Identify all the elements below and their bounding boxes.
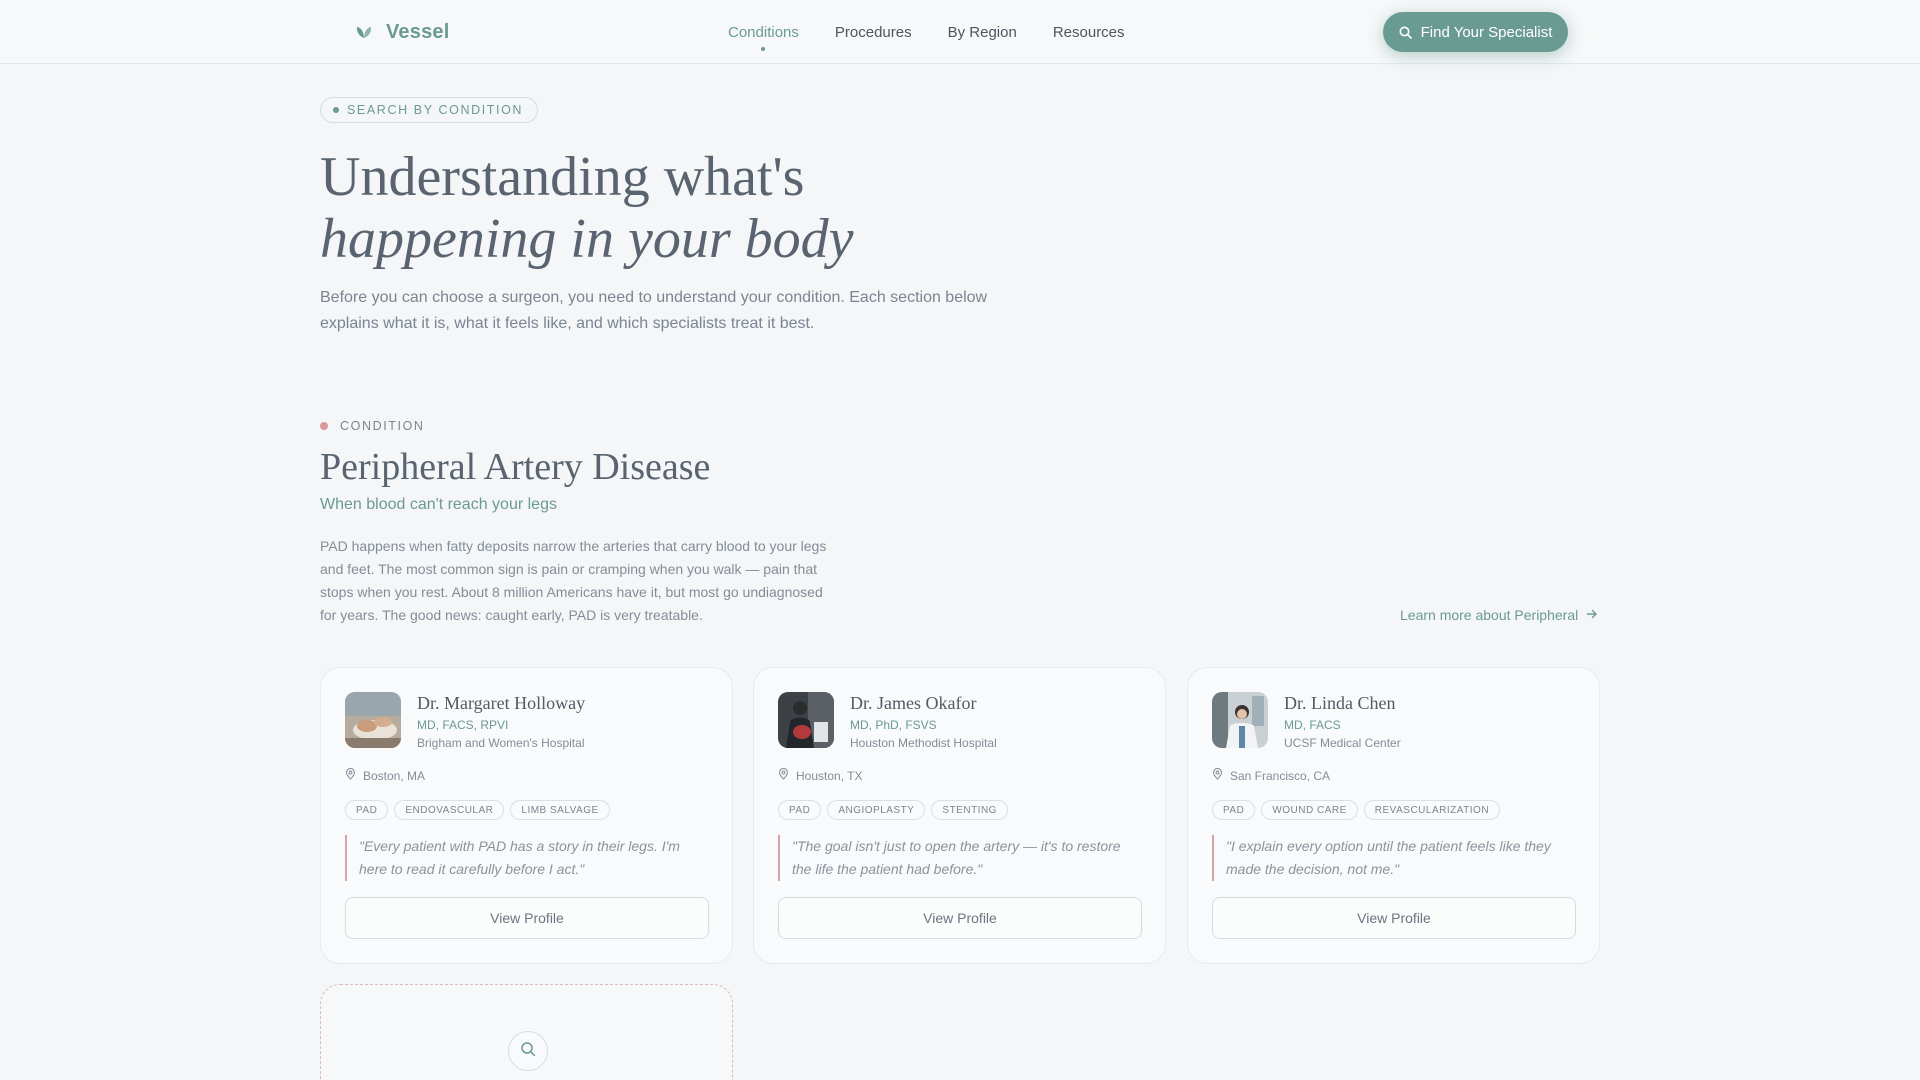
learn-more-link[interactable]: Learn more about Peripheral (1400, 607, 1598, 623)
doctor-name: Dr. Margaret Holloway (417, 693, 586, 713)
doctor-name: Dr. James Okafor (850, 693, 977, 713)
doctor-quote: "Every patient with PAD has a story in t… (345, 835, 705, 881)
search-icon (520, 1041, 536, 1062)
doctor-card: Dr. James Okafor MD, PhD, FSVS Houston M… (753, 667, 1166, 964)
location-text: Houston, TX (796, 768, 863, 783)
hero-title-line1: Understanding what's (320, 146, 805, 208)
view-profile-button[interactable]: View Profile (345, 897, 709, 939)
doctor-credentials: MD, PhD, FSVS (850, 718, 937, 732)
learn-more-label: Learn more about Peripheral (1400, 607, 1579, 623)
nav-link-by-region[interactable]: By Region (948, 24, 1017, 41)
nav-link-procedures[interactable]: Procedures (835, 24, 912, 41)
doctor-name: Dr. Linda Chen (1284, 693, 1396, 713)
main-nav: Conditions Procedures By Region Resource… (728, 0, 1125, 64)
doctor-hospital: Houston Methodist Hospital (850, 736, 997, 750)
hero-lead: Before you can choose a surgeon, you nee… (320, 289, 988, 332)
specialty-tag: PAD (1212, 800, 1256, 820)
specialty-tag: STENTING (931, 800, 1008, 820)
doctor-credentials: MD, FACS, RPVI (417, 718, 509, 732)
specialty-tag: PAD (345, 800, 389, 820)
top-nav: Vessel Conditions Procedures By Region R… (0, 0, 1920, 64)
doctor-card: Dr. Linda Chen MD, FACS UCSF Medical Cen… (1187, 667, 1600, 964)
hero-title-line2: happening in your body (320, 208, 854, 270)
doctor-location: Boston, MA (345, 767, 426, 783)
location-text: Boston, MA (363, 768, 426, 783)
find-more-search-button[interactable] (508, 1031, 548, 1071)
hero-title: Understanding what's happening in your b… (320, 146, 1220, 270)
brand-logo[interactable]: Vessel (356, 20, 450, 44)
find-specialist-label: Find Your Specialist (1420, 23, 1553, 41)
condition-dot (320, 422, 328, 430)
specialty-tag: ANGIOPLASTY (827, 800, 926, 820)
specialty-tag: PAD (778, 800, 822, 820)
specialty-tag: REVASCULARIZATION (1363, 800, 1501, 820)
brand-name: Vessel (386, 20, 450, 43)
doctor-hospital: Brigham and Women's Hospital (417, 736, 585, 750)
location-pin-icon (345, 767, 356, 783)
doctor-avatar (1212, 692, 1268, 748)
doctor-hospital: UCSF Medical Center (1284, 736, 1401, 750)
doctor-avatar (345, 692, 401, 748)
find-specialist-button[interactable]: Find Your Specialist (1383, 12, 1568, 52)
condition-subtitle: When blood can't reach your legs (320, 496, 557, 513)
condition-description: PAD happens when fatty deposits narrow t… (320, 538, 827, 623)
search-icon (1399, 26, 1412, 39)
doctor-card: Dr. Margaret Holloway MD, FACS, RPVI Bri… (320, 667, 733, 964)
condition-title: Peripheral Artery Disease (320, 446, 711, 488)
pill-dot (333, 107, 339, 113)
find-more-card[interactable] (320, 984, 733, 1080)
condition-label: CONDITION (320, 419, 425, 433)
doctor-quote: "I explain every option until the patien… (1212, 835, 1572, 881)
specialty-tag: ENDOVASCULAR (394, 800, 505, 820)
specialty-tags: PAD ENDOVASCULAR LIMB SALVAGE (345, 800, 610, 820)
condition-label-text: CONDITION (340, 419, 425, 433)
search-by-condition-pill: SEARCH BY CONDITION (320, 97, 539, 123)
doctor-credentials: MD, FACS (1284, 718, 1341, 732)
doctor-location: Houston, TX (778, 767, 863, 783)
view-profile-button[interactable]: View Profile (1212, 897, 1576, 939)
doctor-avatar (778, 692, 834, 748)
specialty-tags: PAD WOUND CARE REVASCULARIZATION (1212, 800, 1501, 820)
leaf-logo-icon (356, 25, 372, 39)
pill-label: SEARCH BY CONDITION (347, 103, 524, 117)
view-profile-button[interactable]: View Profile (778, 897, 1142, 939)
specialty-tag: LIMB SALVAGE (510, 800, 610, 820)
specialty-tags: PAD ANGIOPLASTY STENTING (778, 800, 1008, 820)
specialty-tag: WOUND CARE (1261, 800, 1358, 820)
location-pin-icon (1212, 767, 1223, 783)
location-text: San Francisco, CA (1230, 768, 1331, 783)
nav-link-resources[interactable]: Resources (1053, 24, 1125, 41)
arrow-right-icon (1586, 607, 1598, 623)
nav-link-conditions[interactable]: Conditions (728, 24, 799, 51)
doctor-quote: "The goal isn't just to open the artery … (778, 835, 1138, 881)
doctor-location: San Francisco, CA (1212, 767, 1331, 783)
location-pin-icon (778, 767, 789, 783)
